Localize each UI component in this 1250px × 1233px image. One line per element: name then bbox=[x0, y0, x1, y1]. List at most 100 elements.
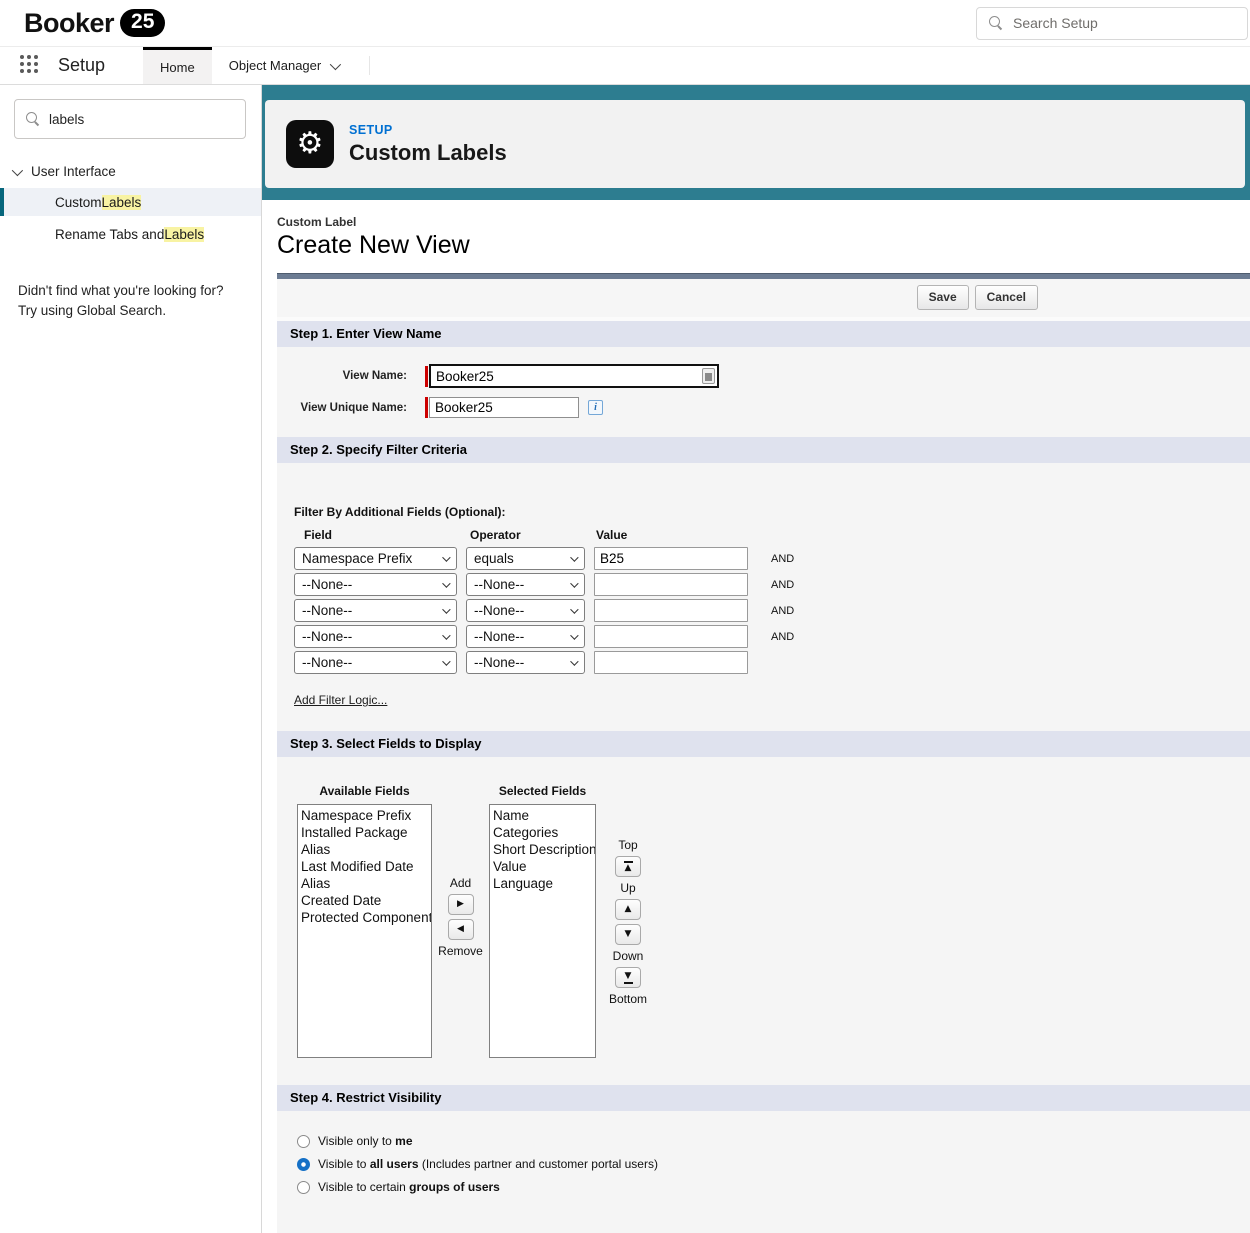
select-value: --None-- bbox=[302, 655, 352, 670]
step1-header: Step 1. Enter View Name bbox=[277, 321, 1250, 347]
select-value: --None-- bbox=[302, 629, 352, 644]
step1-body: View Name: View Unique Name: i bbox=[277, 347, 1250, 437]
chevron-down-icon bbox=[442, 631, 450, 639]
option-label: Visible only to me bbox=[318, 1134, 413, 1148]
move-top-button[interactable]: ▲ bbox=[615, 856, 641, 877]
available-fields-listbox[interactable]: Namespace Prefix Installed Package Alias… bbox=[297, 804, 432, 1058]
item-label-highlight: Labels bbox=[164, 227, 204, 242]
tab-home[interactable]: Home bbox=[143, 47, 212, 84]
arrow-left-icon: ◀ bbox=[457, 925, 464, 934]
filter-field-select-3[interactable]: --None-- bbox=[294, 599, 457, 622]
global-search-box[interactable] bbox=[976, 7, 1248, 40]
list-option[interactable]: Installed Package bbox=[301, 824, 428, 841]
list-option[interactable]: Name bbox=[493, 807, 592, 824]
filter-field-select-4[interactable]: --None-- bbox=[294, 625, 457, 648]
required-indicator bbox=[425, 366, 428, 387]
list-option[interactable]: Categories bbox=[493, 824, 592, 841]
app-name: Setup bbox=[58, 55, 105, 76]
logo-badge: 25 bbox=[120, 9, 165, 37]
info-icon[interactable]: i bbox=[588, 400, 603, 415]
autofill-icon[interactable] bbox=[702, 368, 715, 384]
arrow-up-bar-icon: ▲ bbox=[625, 864, 632, 873]
filter-field-select-5[interactable]: --None-- bbox=[294, 651, 457, 674]
filter-operator-select-4[interactable]: --None-- bbox=[466, 625, 585, 648]
list-option[interactable]: Alias bbox=[301, 875, 428, 892]
column-header-field: Field bbox=[294, 528, 457, 544]
banner-eyebrow: SETUP bbox=[349, 123, 507, 137]
help-line-1: Didn't find what you're looking for? bbox=[18, 281, 243, 301]
nav-divider bbox=[369, 56, 370, 75]
top-button-row: Save Cancel bbox=[277, 279, 1250, 321]
visibility-option-all-users[interactable]: Visible to all users (Includes partner a… bbox=[297, 1157, 1250, 1171]
sidebar-item-custom-labels[interactable]: Custom Labels bbox=[0, 188, 261, 216]
chevron-down-icon bbox=[442, 605, 450, 613]
chevron-down-icon bbox=[570, 553, 578, 561]
filter-value-input-3[interactable] bbox=[594, 599, 748, 622]
filter-value-input-1[interactable] bbox=[594, 547, 748, 570]
filter-operator-select-3[interactable]: --None-- bbox=[466, 599, 585, 622]
page-title: Create New View bbox=[277, 231, 1250, 260]
visibility-option-me[interactable]: Visible only to me bbox=[297, 1134, 1250, 1148]
tab-object-manager[interactable]: Object Manager bbox=[212, 47, 356, 84]
list-option[interactable]: Short Description bbox=[493, 841, 592, 858]
select-value: equals bbox=[474, 551, 514, 566]
required-indicator bbox=[425, 397, 428, 418]
radio-button-selected[interactable] bbox=[297, 1158, 310, 1171]
filter-operator-select-1[interactable]: equals bbox=[466, 547, 585, 570]
item-label-highlight: Labels bbox=[102, 195, 142, 210]
and-label: AND bbox=[757, 579, 803, 591]
filter-operator-select-5[interactable]: --None-- bbox=[466, 651, 585, 674]
visibility-option-groups[interactable]: Visible to certain groups of users bbox=[297, 1180, 1250, 1194]
filter-value-input-4[interactable] bbox=[594, 625, 748, 648]
cancel-button[interactable]: Cancel bbox=[975, 285, 1038, 310]
filter-value-input-5[interactable] bbox=[594, 651, 748, 674]
tree-node-user-interface[interactable]: User Interface bbox=[0, 164, 261, 179]
view-unique-name-input[interactable] bbox=[429, 397, 579, 418]
add-field-button[interactable]: ▶ bbox=[448, 894, 474, 915]
list-option[interactable]: Last Modified Date bbox=[301, 858, 428, 875]
filter-field-select-2[interactable]: --None-- bbox=[294, 573, 457, 596]
remove-field-button[interactable]: ◀ bbox=[448, 919, 474, 940]
column-header-operator: Operator bbox=[466, 528, 585, 544]
create-view-form: Save Cancel Step 1. Enter View Name View… bbox=[277, 273, 1250, 1233]
chevron-down-icon bbox=[12, 164, 23, 175]
option-label: Visible to certain groups of users bbox=[318, 1180, 500, 1194]
view-name-input[interactable] bbox=[429, 364, 719, 388]
move-bottom-button[interactable]: ▼ bbox=[615, 967, 641, 988]
filter-value-input-2[interactable] bbox=[594, 573, 748, 596]
list-option[interactable]: Value bbox=[493, 858, 592, 875]
step2-header: Step 2. Specify Filter Criteria bbox=[277, 437, 1250, 463]
top-label: Top bbox=[618, 838, 637, 852]
filter-operator-select-2[interactable]: --None-- bbox=[466, 573, 585, 596]
move-down-button[interactable]: ▼ bbox=[615, 924, 641, 945]
main-content: ⚙ SETUP Custom Labels Custom Label Creat… bbox=[262, 85, 1250, 1233]
quick-find-input[interactable] bbox=[49, 112, 234, 127]
global-search-input[interactable] bbox=[1013, 15, 1235, 31]
sidebar-item-rename-tabs-labels[interactable]: Rename Tabs and Labels bbox=[0, 220, 261, 248]
selected-fields-listbox[interactable]: Name Categories Short Description Value … bbox=[489, 804, 596, 1058]
item-label-prefix: Rename Tabs and bbox=[55, 227, 164, 242]
banner-title: Custom Labels bbox=[349, 140, 507, 166]
list-option[interactable]: Namespace Prefix bbox=[301, 807, 428, 824]
filter-field-select-1[interactable]: Namespace Prefix bbox=[294, 547, 457, 570]
sidebar-help-text: Didn't find what you're looking for? Try… bbox=[18, 281, 243, 320]
view-name-label: View Name: bbox=[277, 370, 407, 382]
gear-icon: ⚙ bbox=[297, 129, 324, 159]
list-option[interactable]: Alias bbox=[301, 841, 428, 858]
list-option[interactable]: Language bbox=[493, 875, 592, 892]
save-button[interactable]: Save bbox=[917, 285, 969, 310]
add-filter-logic-link[interactable]: Add Filter Logic... bbox=[294, 693, 387, 707]
radio-button[interactable] bbox=[297, 1135, 310, 1148]
list-option[interactable]: Protected Component bbox=[301, 909, 428, 926]
bottom-label: Bottom bbox=[609, 992, 647, 1006]
arrow-up-icon: ▲ bbox=[625, 905, 632, 914]
banner-card: ⚙ SETUP Custom Labels bbox=[265, 100, 1245, 188]
selected-fields-label: Selected Fields bbox=[499, 784, 586, 798]
tree-node-label: User Interface bbox=[31, 164, 116, 179]
list-option[interactable]: Created Date bbox=[301, 892, 428, 909]
radio-button[interactable] bbox=[297, 1181, 310, 1194]
move-up-button[interactable]: ▲ bbox=[615, 899, 641, 920]
quick-find-box[interactable] bbox=[14, 99, 246, 139]
search-icon bbox=[26, 112, 40, 126]
app-launcher-icon[interactable] bbox=[20, 55, 42, 77]
